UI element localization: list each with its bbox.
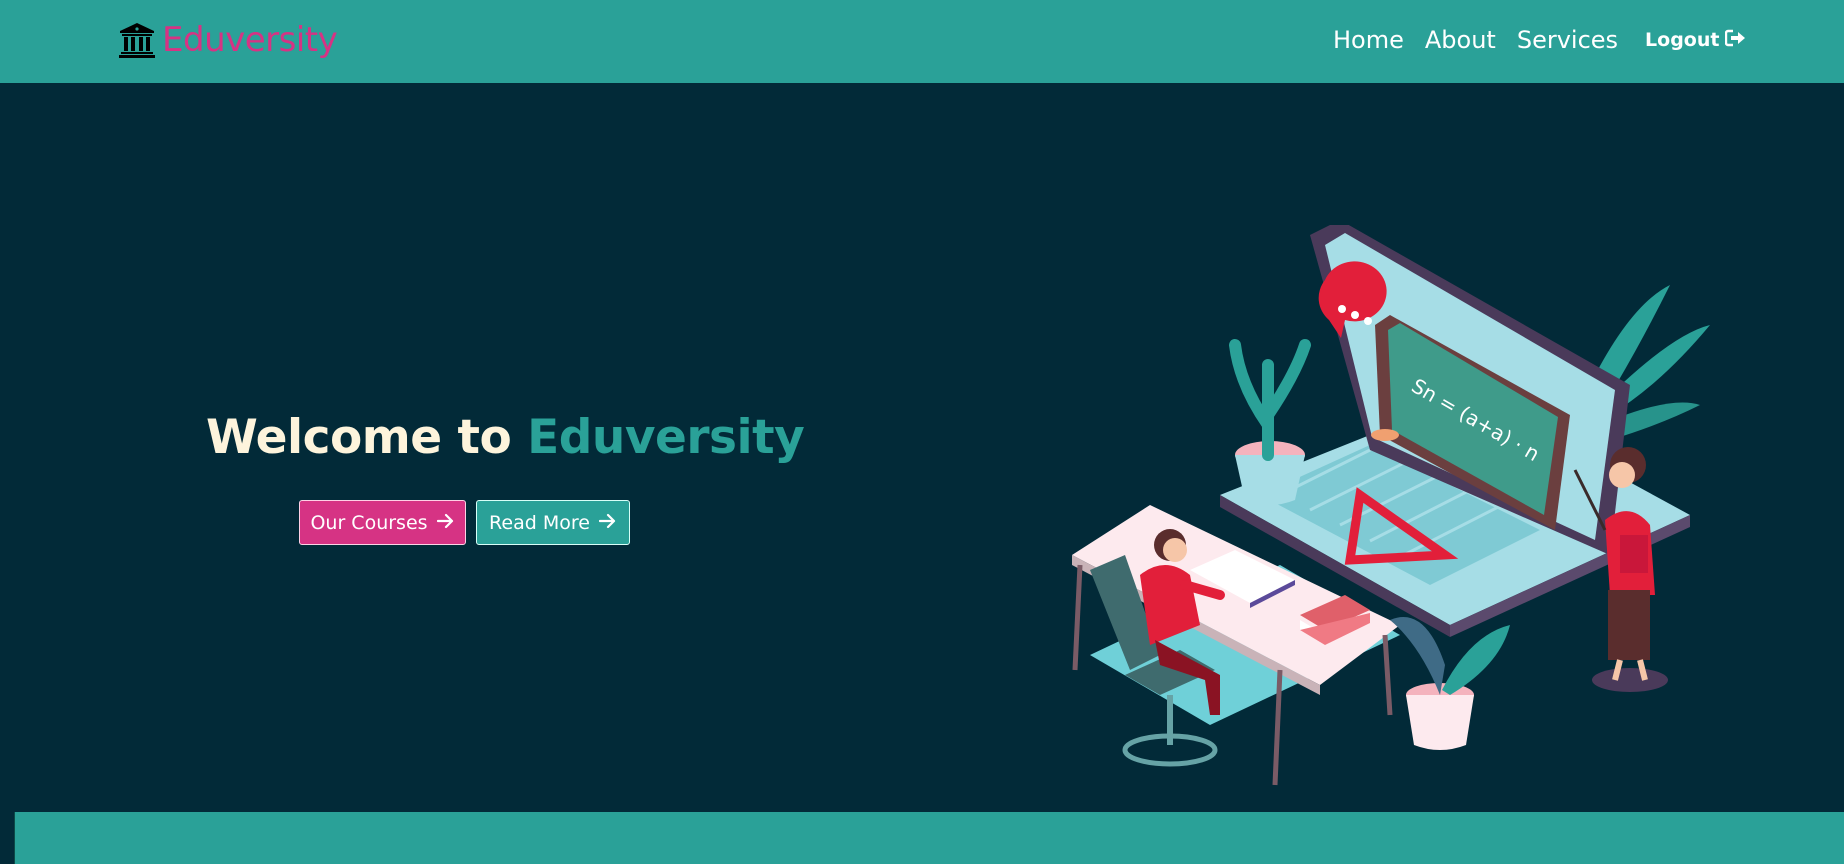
logout-button[interactable]: Logout: [1645, 29, 1747, 52]
our-courses-label: Our Courses: [310, 511, 428, 534]
bank-icon: [118, 21, 156, 59]
arrow-right-icon: [590, 512, 617, 534]
read-more-button[interactable]: Read More: [476, 500, 630, 545]
online-learning-illustration: Sn = (a+a) · n: [1070, 220, 1720, 794]
nav-home[interactable]: Home: [1333, 22, 1404, 58]
navbar: Eduversity Home About Services Logout: [0, 0, 1844, 83]
logout-label: Logout: [1645, 29, 1720, 51]
our-courses-button[interactable]: Our Courses: [299, 500, 466, 545]
hero-title: Welcome to Eduversity: [206, 410, 805, 465]
footer-bar: [14, 812, 1844, 864]
arrow-right-icon: [428, 512, 455, 534]
brand-name: Eduversity: [162, 20, 338, 60]
hero-title-accent: Eduversity: [527, 410, 805, 465]
nav-links: Home About Services Logout: [1333, 22, 1747, 58]
nav-services[interactable]: Services: [1517, 22, 1618, 58]
hero-title-prefix: Welcome to: [206, 410, 512, 465]
read-more-label: Read More: [489, 511, 590, 534]
nav-about[interactable]: About: [1425, 22, 1496, 58]
brand-link[interactable]: Eduversity: [118, 18, 338, 62]
sign-out-icon: [1719, 29, 1747, 52]
